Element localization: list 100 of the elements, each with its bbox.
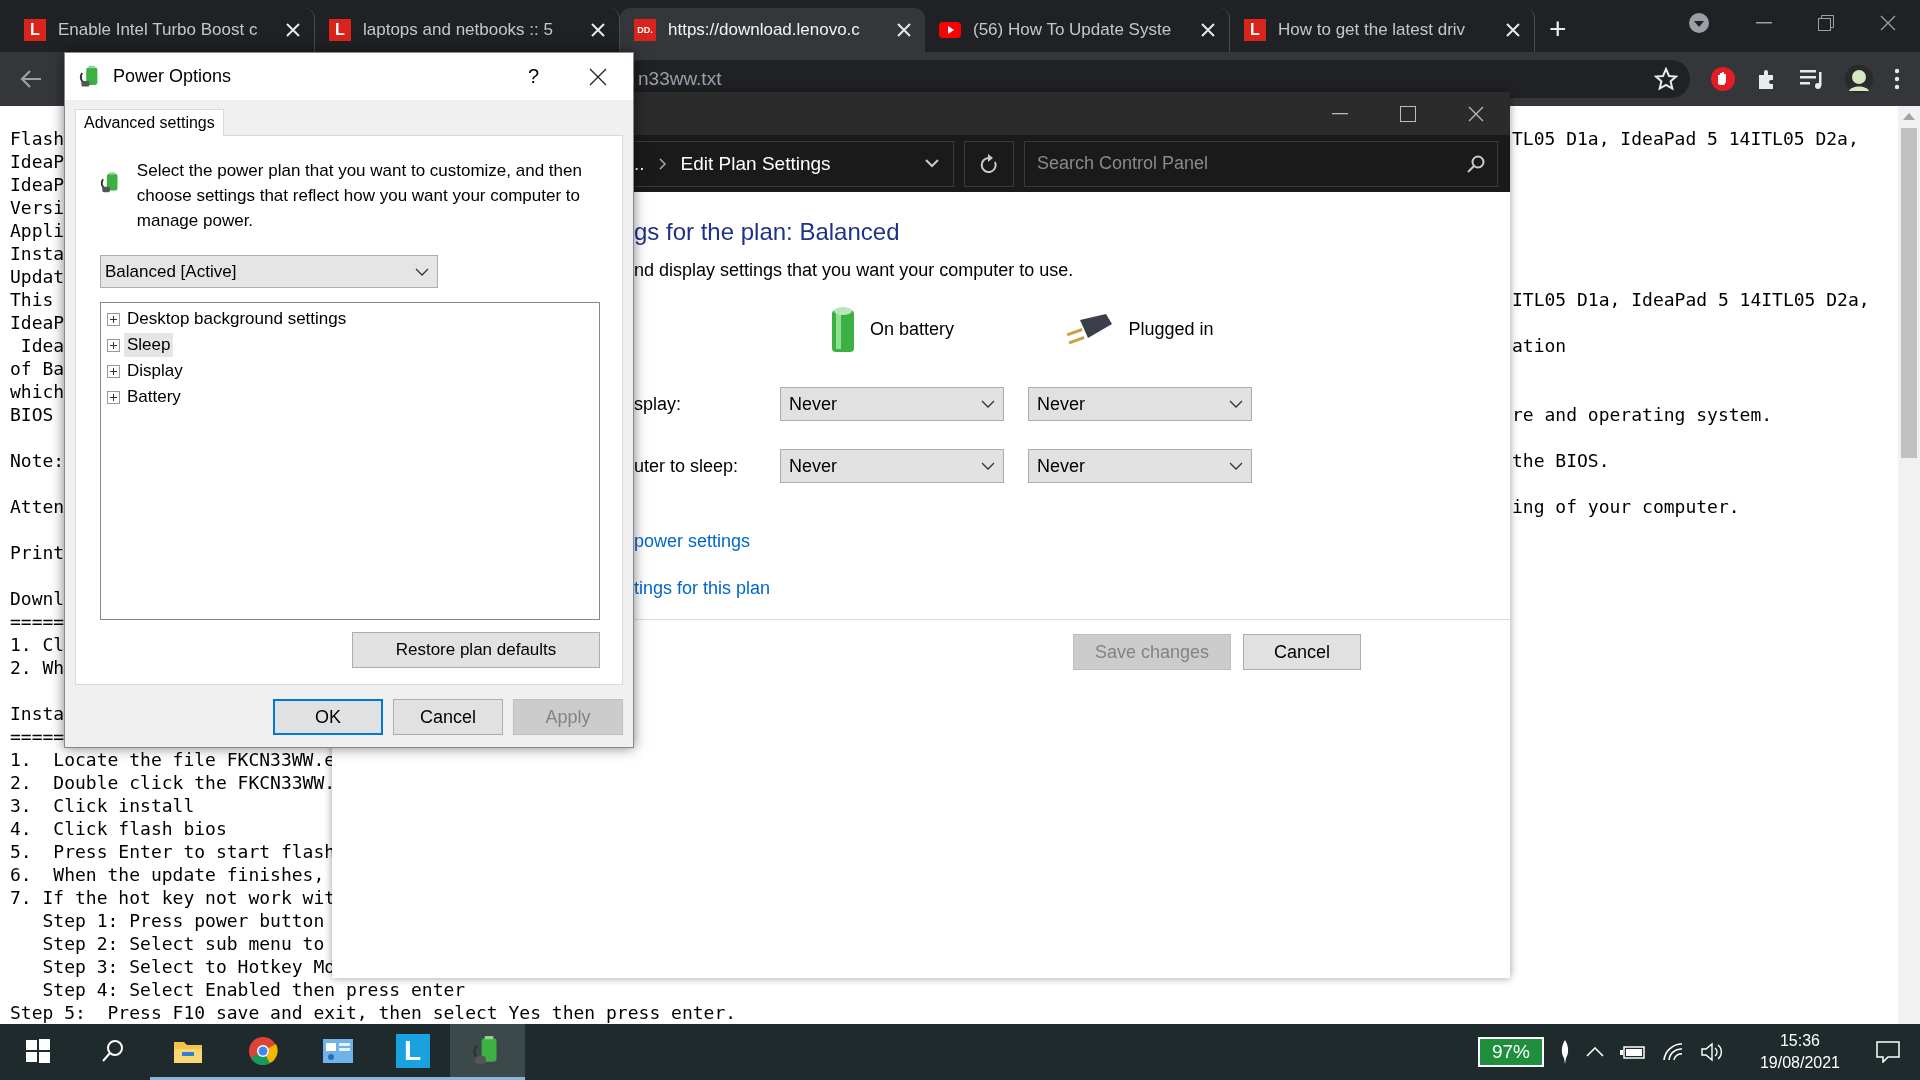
text-line: Versi: [10, 197, 65, 218]
search-field[interactable]: Search Control Panel: [1024, 140, 1498, 187]
link[interactable]: tings for this plan: [634, 578, 771, 599]
browser-tab[interactable]: DD. https://download.lenovo.c: [620, 8, 925, 52]
avatar-icon[interactable]: [1844, 64, 1874, 94]
column-header: On battery: [869, 318, 954, 340]
text-line: BIOS: [10, 404, 54, 425]
dropdown[interactable]: Never: [1028, 449, 1252, 483]
control-panel-icon[interactable]: [321, 1036, 354, 1065]
chevron-down-icon: [981, 462, 995, 470]
hand-icon[interactable]: [1710, 66, 1736, 92]
text-line: Downl: [10, 588, 65, 609]
text-line: 3. Click install: [10, 795, 195, 816]
dialog-button[interactable]: OK: [273, 699, 383, 735]
back-arrow-icon[interactable]: [20, 69, 42, 89]
chevron-down-icon: [415, 267, 429, 276]
close-icon[interactable]: [1468, 105, 1484, 122]
text-line: IdeaP: [10, 151, 65, 172]
tree-item[interactable]: Display: [124, 359, 186, 383]
column-header: Plugged in: [1128, 318, 1214, 340]
text-line: 1. Cl: [10, 634, 65, 655]
page-heading: gs for the plan: Balanced: [634, 218, 901, 246]
minimize-icon[interactable]: [1332, 112, 1348, 115]
text-line: Step 5: Press F10 save and exit, then select Yes then press enter.: [10, 1002, 737, 1023]
dropdown[interactable]: Never: [780, 387, 1004, 421]
text-line: Step 2: Select sub menu to: [41, 933, 325, 954]
text-line: which: [10, 381, 65, 402]
tab-search-icon[interactable]: [1688, 12, 1710, 34]
restore-icon[interactable]: [1818, 15, 1834, 31]
text-line: TL05 D1a, IdeaPad 5 14ITL05 D2a,: [1512, 128, 1859, 149]
battery-icon: [829, 305, 856, 353]
chevron-down-icon[interactable]: [925, 159, 939, 168]
pen-icon[interactable]: [1559, 1040, 1570, 1064]
playlist-icon[interactable]: [1800, 68, 1824, 90]
site-favicon: L: [24, 19, 46, 41]
text-line: Atten: [10, 496, 65, 517]
chevron-up-icon[interactable]: [1585, 1047, 1604, 1057]
expand-icon[interactable]: [107, 364, 120, 378]
text-line: 2. Double click the FKCN33WW.: [10, 772, 336, 793]
scrollbar[interactable]: [1898, 106, 1920, 1024]
text-line: 1. Locate the file FKCN33WW.e: [10, 749, 336, 770]
expand-icon[interactable]: [107, 312, 120, 326]
close-icon[interactable]: [589, 67, 607, 86]
text-line: 7. If the hot key not work wit: [10, 887, 336, 908]
search-icon: [1467, 154, 1485, 173]
clock[interactable]: 15:36 19/08/2021: [1759, 1030, 1840, 1074]
wifi-icon[interactable]: [1661, 1042, 1684, 1062]
text-line: Appli: [10, 220, 65, 241]
refresh-button[interactable]: [964, 140, 1014, 187]
tree-item[interactable]: Battery: [124, 385, 184, 409]
description-text: Select the power plan that you want to customize, and then choose settings that reflect how you want your computer to manage power.: [136, 160, 583, 232]
expand-icon[interactable]: [107, 390, 120, 404]
setting-label: splay:: [634, 393, 683, 415]
text-line: re and operating system.: [1512, 404, 1773, 425]
breadcrumb-item[interactable]: ..: [634, 152, 645, 175]
close-icon[interactable]: [1880, 15, 1896, 31]
text-line: 4. Click flash bios: [10, 818, 227, 839]
text-line: Print: [10, 542, 65, 563]
battery-percent: 97%: [1477, 1037, 1544, 1067]
text-line: Idea: [19, 335, 65, 356]
battery-icon[interactable]: [1619, 1044, 1646, 1060]
text-line: Note:: [10, 450, 65, 471]
chevron-down-icon: [981, 400, 995, 408]
breadcrumb-bar[interactable]: .. Edit Plan Settings: [634, 140, 954, 187]
tree-item[interactable]: Desktop background settings: [124, 307, 350, 331]
site-favicon: DD.: [634, 19, 656, 41]
dropdown[interactable]: Never: [1028, 387, 1252, 421]
notification-icon[interactable]: [1876, 1041, 1900, 1063]
breadcrumb-item[interactable]: Edit Plan Settings: [680, 152, 831, 175]
text-line: ing of your computer.: [1512, 496, 1740, 517]
menu-icon[interactable]: [1894, 68, 1900, 90]
windows-start-icon[interactable]: [25, 1038, 50, 1063]
cancel-button[interactable]: Cancel: [1243, 634, 1361, 670]
volume-icon[interactable]: [1699, 1042, 1724, 1062]
restore-defaults-button[interactable]: Restore plan defaults: [352, 632, 600, 668]
dialog-title: Power Options: [113, 66, 232, 87]
new-tab-button[interactable]: +: [1549, 12, 1567, 46]
search-icon[interactable]: [100, 1038, 125, 1063]
tree-item[interactable]: Sleep: [124, 333, 174, 357]
page-subtitle: nd display settings that you want your computer to use.: [634, 260, 1075, 281]
chevron-right-icon: [658, 157, 667, 170]
text-line: This: [10, 289, 54, 310]
plug-icon: [1066, 314, 1115, 344]
link[interactable]: power settings: [634, 531, 751, 552]
settings-tab[interactable]: Advanced settings: [75, 109, 224, 136]
text-line: the BIOS.: [1512, 450, 1610, 471]
dropdown[interactable]: Never: [780, 449, 1004, 483]
youtube-icon: [939, 22, 961, 38]
expand-icon[interactable]: [107, 338, 120, 352]
text-line: Step 4: Select Enabled then press enter: [41, 979, 466, 1000]
text-line: IdeaP: [10, 312, 65, 333]
text-line: =====: [10, 726, 65, 747]
help-button[interactable]: ?: [527, 65, 539, 88]
dialog-button[interactable]: Cancel: [393, 699, 503, 735]
star-icon[interactable]: [1654, 67, 1678, 91]
text-line: IdeaP: [10, 174, 65, 195]
plan-dropdown[interactable]: Balanced [Active]: [100, 255, 438, 288]
maximize-icon[interactable]: [1400, 105, 1416, 122]
chrome-icon[interactable]: [247, 1035, 278, 1066]
site-favicon: L: [1244, 19, 1266, 41]
